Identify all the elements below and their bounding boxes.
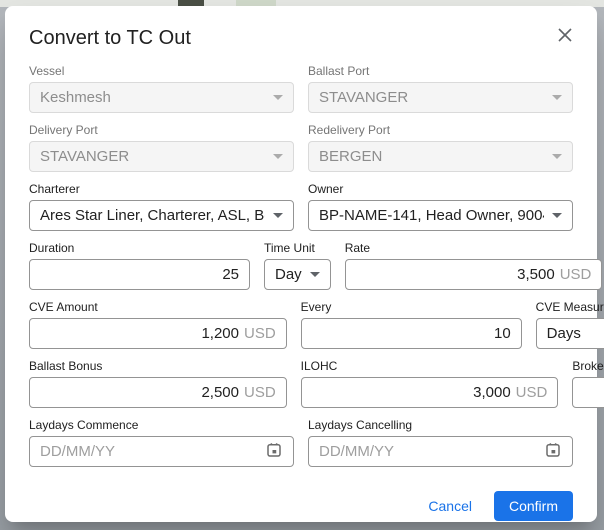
cve-measurement-value: Days	[547, 325, 604, 342]
broker-commission-label: Broker Commission	[572, 359, 604, 373]
row-bonus-commissions: Ballast Bonus USD ILOHC USD Broker Commi…	[29, 359, 573, 408]
ilohc-box: USD	[301, 377, 559, 408]
cve-amount-suffix: USD	[244, 325, 276, 342]
row-delivery-redelivery: Delivery Port STAVANGER Redelivery Port …	[29, 123, 573, 172]
row-cve: CVE Amount USD Every CVE Measurement Day…	[29, 300, 573, 349]
vessel-select: Keshmesh	[29, 82, 294, 113]
close-icon	[557, 27, 573, 46]
chevron-down-icon	[552, 95, 562, 100]
broker-commission-field: Broker Commission %	[572, 359, 604, 408]
owner-label: Owner	[308, 182, 573, 196]
ballast-port-value: STAVANGER	[319, 89, 544, 106]
broker-commission-input[interactable]	[583, 384, 604, 401]
dialog-footer: Cancel Confirm	[29, 491, 573, 521]
laydays-cancelling-box	[308, 436, 573, 467]
charterer-field: Charterer Ares Star Liner, Charterer, AS…	[29, 182, 294, 231]
redelivery-port-label: Redelivery Port	[308, 123, 573, 137]
delivery-port-select: STAVANGER	[29, 141, 294, 172]
row-charterer-owner: Charterer Ares Star Liner, Charterer, AS…	[29, 182, 573, 231]
ballast-bonus-box: USD	[29, 377, 287, 408]
charterer-value: Ares Star Liner, Charterer, ASL, Ber...	[40, 207, 265, 224]
chevron-down-icon	[273, 154, 283, 159]
cve-measurement-label: CVE Measurement	[536, 300, 604, 314]
row-vessel-ballast: Vessel Keshmesh Ballast Port STAVANGER	[29, 64, 573, 113]
ballast-bonus-input[interactable]	[40, 384, 239, 401]
time-unit-value: Day	[275, 266, 302, 283]
ballast-port-label: Ballast Port	[308, 64, 573, 78]
owner-field: Owner BP-NAME-141, Head Owner, 90046...	[308, 182, 573, 231]
cve-measurement-field: CVE Measurement Days	[536, 300, 604, 349]
ballast-bonus-field: Ballast Bonus USD	[29, 359, 287, 408]
laydays-commence-input[interactable]	[40, 443, 259, 460]
redelivery-port-select: BERGEN	[308, 141, 573, 172]
chevron-down-icon	[552, 154, 562, 159]
duration-input[interactable]	[40, 266, 239, 283]
broker-commission-box: %	[572, 377, 604, 408]
laydays-commence-box	[29, 436, 294, 467]
chevron-down-icon	[310, 272, 320, 277]
confirm-button[interactable]: Confirm	[494, 491, 573, 521]
close-button[interactable]	[553, 24, 577, 48]
chevron-down-icon	[552, 213, 562, 218]
vessel-label: Vessel	[29, 64, 294, 78]
vessel-value: Keshmesh	[40, 89, 265, 106]
convert-to-tc-out-dialog: Convert to TC Out Vessel Keshmesh Ballas…	[5, 6, 597, 522]
laydays-commence-field: Laydays Commence	[29, 418, 294, 467]
rate-box: USD	[345, 259, 603, 290]
cancel-button[interactable]: Cancel	[420, 492, 480, 520]
rate-field: Rate USD	[345, 241, 603, 290]
cve-amount-box: USD	[29, 318, 287, 349]
chevron-down-icon	[273, 95, 283, 100]
laydays-cancelling-datepicker-button[interactable]	[544, 441, 562, 462]
every-label: Every	[301, 300, 522, 314]
row-laydays: Laydays Commence Laydays Cancelling	[29, 418, 573, 467]
delivery-port-label: Delivery Port	[29, 123, 294, 137]
cve-amount-label: CVE Amount	[29, 300, 287, 314]
time-unit-label: Time Unit	[264, 241, 331, 255]
every-field: Every	[301, 300, 522, 349]
ballast-port-field: Ballast Port STAVANGER	[308, 64, 573, 113]
every-box	[301, 318, 522, 349]
cve-measurement-select[interactable]: Days	[536, 318, 604, 349]
redelivery-port-field: Redelivery Port BERGEN	[308, 123, 573, 172]
rate-input[interactable]	[356, 266, 555, 283]
dialog-header: Convert to TC Out	[29, 26, 573, 50]
ballast-bonus-label: Ballast Bonus	[29, 359, 287, 373]
rate-label: Rate	[345, 241, 603, 255]
redelivery-port-value: BERGEN	[319, 148, 544, 165]
duration-field: Duration	[29, 241, 250, 290]
duration-label: Duration	[29, 241, 250, 255]
calendar-icon	[544, 441, 562, 462]
duration-box	[29, 259, 250, 290]
cve-amount-field: CVE Amount USD	[29, 300, 287, 349]
laydays-cancelling-label: Laydays Cancelling	[308, 418, 573, 432]
every-input[interactable]	[312, 325, 511, 342]
time-unit-select[interactable]: Day	[264, 259, 331, 290]
charterer-select[interactable]: Ares Star Liner, Charterer, ASL, Ber...	[29, 200, 294, 231]
laydays-cancelling-input[interactable]	[319, 443, 538, 460]
row-duration-rate: Duration Time Unit Day Rate USD Currency…	[29, 241, 573, 290]
delivery-port-field: Delivery Port STAVANGER	[29, 123, 294, 172]
owner-select[interactable]: BP-NAME-141, Head Owner, 90046...	[308, 200, 573, 231]
calendar-icon	[265, 441, 283, 462]
cve-amount-input[interactable]	[40, 325, 239, 342]
laydays-cancelling-field: Laydays Cancelling	[308, 418, 573, 467]
charterer-label: Charterer	[29, 182, 294, 196]
delivery-port-value: STAVANGER	[40, 148, 265, 165]
vessel-field: Vessel Keshmesh	[29, 64, 294, 113]
dialog-title: Convert to TC Out	[29, 26, 191, 50]
chevron-down-icon	[273, 213, 283, 218]
ilohc-label: ILOHC	[301, 359, 559, 373]
ilohc-field: ILOHC USD	[301, 359, 559, 408]
rate-suffix: USD	[560, 266, 592, 283]
time-unit-field: Time Unit Day	[264, 241, 331, 290]
ballast-port-select: STAVANGER	[308, 82, 573, 113]
ilohc-suffix: USD	[516, 384, 548, 401]
laydays-commence-datepicker-button[interactable]	[265, 441, 283, 462]
laydays-commence-label: Laydays Commence	[29, 418, 294, 432]
ballast-bonus-suffix: USD	[244, 384, 276, 401]
owner-value: BP-NAME-141, Head Owner, 90046...	[319, 207, 544, 224]
ilohc-input[interactable]	[312, 384, 511, 401]
